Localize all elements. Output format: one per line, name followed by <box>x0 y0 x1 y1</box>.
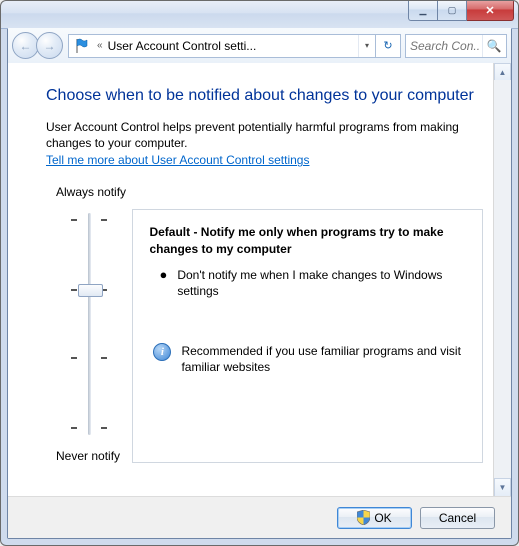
description-bullet-text: Don't notify me when I make changes to W… <box>177 267 466 299</box>
slider-tick <box>101 357 107 359</box>
slider-groove <box>88 213 91 435</box>
back-arrow-icon: ← <box>20 39 32 53</box>
minimize-button[interactable]: ▁ <box>408 1 438 21</box>
refresh-button[interactable]: ↻ <box>375 35 400 57</box>
ok-button[interactable]: OK <box>337 507 412 529</box>
info-icon: i <box>153 343 171 361</box>
bullet-icon: ● <box>159 267 167 281</box>
description-bullet: ● Don't notify me when I make changes to… <box>149 267 466 299</box>
recommendation-row: i Recommended if you use familiar progra… <box>149 343 466 375</box>
description-title: Default - Notify me only when programs t… <box>149 224 466 256</box>
address-bar[interactable]: « User Account Control setti... ▾ ↻ <box>68 34 401 58</box>
minimize-icon: ▁ <box>420 5 427 16</box>
forward-arrow-icon: → <box>44 39 56 53</box>
slider-label-bottom: Never notify <box>46 449 132 463</box>
search-box[interactable]: 🔍 <box>405 34 507 58</box>
slider-area: Always notify Never notify Default - Not… <box>46 185 483 463</box>
breadcrumb-path: User Account Control setti... <box>106 39 358 53</box>
search-input[interactable] <box>406 38 482 54</box>
slider-tick <box>101 219 107 221</box>
slider-tick <box>71 427 77 429</box>
slider-column: Always notify Never notify <box>46 185 132 463</box>
vertical-scrollbar[interactable]: ▲ ▼ <box>493 63 511 497</box>
close-button[interactable]: ✕ <box>467 1 514 21</box>
page-heading: Choose when to be notified about changes… <box>46 87 483 105</box>
slider-tick <box>71 289 77 291</box>
maximize-button[interactable]: ▢ <box>438 1 467 21</box>
close-icon: ✕ <box>485 4 494 17</box>
slider-tick <box>71 219 77 221</box>
back-button[interactable]: ← <box>12 32 39 59</box>
control-panel-flag-icon <box>72 37 92 55</box>
notification-level-slider[interactable] <box>49 207 129 441</box>
maximize-icon: ▢ <box>448 5 457 16</box>
window-controls: ▁ ▢ ✕ <box>408 1 514 20</box>
description-box: Default - Notify me only when programs t… <box>132 209 483 463</box>
learn-more-link[interactable]: Tell me more about User Account Control … <box>46 153 309 167</box>
cancel-button[interactable]: Cancel <box>420 507 495 529</box>
search-icon: 🔍 <box>482 35 505 57</box>
address-dropdown-button[interactable]: ▾ <box>358 35 375 57</box>
footer-bar: OK Cancel <box>8 496 511 538</box>
intro-text: User Account Control helps prevent poten… <box>46 119 483 151</box>
slider-thumb[interactable] <box>78 284 103 297</box>
slider-tick <box>71 357 77 359</box>
breadcrumb-chevron-icon: « <box>94 40 106 51</box>
uac-settings-window: ▁ ▢ ✕ ← → « User Account Control setti..… <box>0 0 519 546</box>
nav-arrows: ← → <box>12 32 64 59</box>
navbar: ← → « User Account Control setti... ▾ ↻ … <box>8 28 511 64</box>
scroll-down-button[interactable]: ▼ <box>494 478 511 497</box>
scroll-track[interactable] <box>494 80 511 480</box>
slider-tick <box>101 427 107 429</box>
titlebar: ▁ ▢ ✕ <box>1 1 518 29</box>
content-area: Choose when to be notified about changes… <box>8 63 511 497</box>
recommendation-text: Recommended if you use familiar programs… <box>181 343 466 375</box>
slider-label-top: Always notify <box>46 185 132 199</box>
cancel-button-label: Cancel <box>439 511 476 525</box>
forward-button[interactable]: → <box>36 32 63 59</box>
uac-shield-icon <box>357 510 370 525</box>
ok-button-label: OK <box>374 511 391 525</box>
